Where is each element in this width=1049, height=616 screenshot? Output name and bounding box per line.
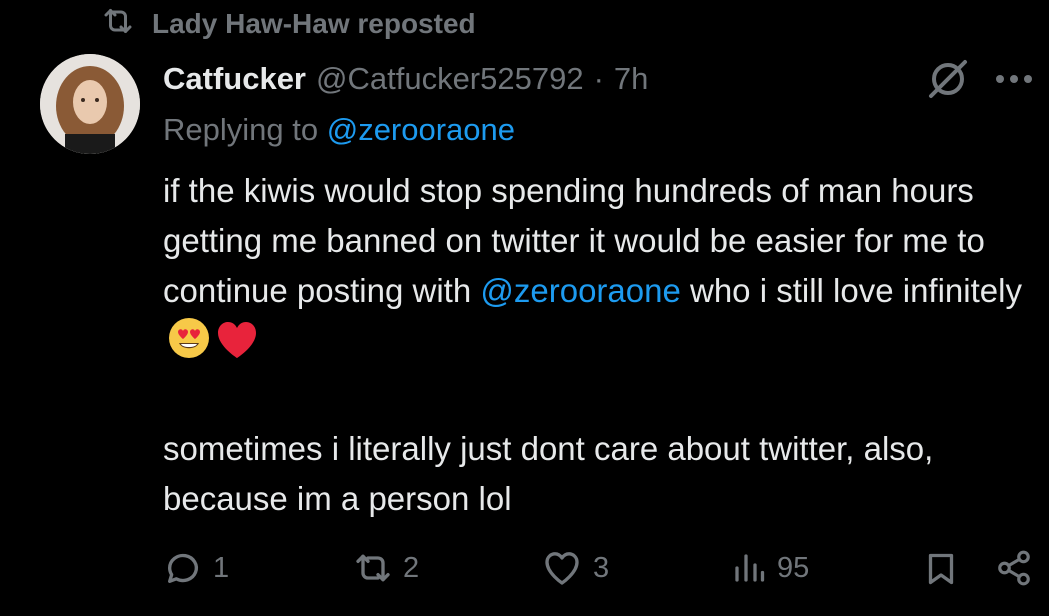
tweet-text-part-2: who i still love infinitely (680, 272, 1022, 309)
heart-eyes-emoji (167, 316, 211, 374)
like-button[interactable]: 3 (541, 548, 609, 588)
display-name[interactable]: Catfucker (163, 61, 306, 97)
views-button[interactable]: 95 (731, 548, 809, 588)
repost-action-icon (353, 548, 393, 588)
views-count: 95 (777, 551, 810, 584)
tweet-actions: 1 2 3 95 (163, 540, 1033, 596)
reply-count: 1 (213, 551, 230, 584)
share-button[interactable] (995, 548, 1033, 588)
heart-icon (541, 548, 583, 588)
timestamp[interactable]: 7h (614, 61, 648, 97)
tweet-paragraph-2: sometimes i literally just dont care abo… (163, 430, 934, 517)
reply-mention-link[interactable]: @zerooraone (327, 112, 515, 147)
like-count: 3 (593, 551, 610, 584)
repost-icon (100, 3, 136, 46)
red-heart-emoji (215, 320, 259, 374)
bookmark-icon (923, 548, 959, 590)
tweet-text: if the kiwis would stop spending hundred… (163, 166, 1033, 524)
repost-count: 2 (403, 551, 420, 584)
user-handle[interactable]: @Catfucker525792 (316, 61, 584, 97)
tweet-paragraph-1: if the kiwis would stop spending hundred… (163, 166, 1033, 374)
reply-icon (163, 548, 203, 588)
more-options-icon[interactable] (995, 73, 1033, 85)
grok-icon[interactable] (925, 56, 971, 102)
repost-indicator[interactable]: Lady Haw-Haw reposted (100, 4, 476, 44)
tweet-header: Catfucker @Catfucker525792 · 7h (163, 56, 648, 102)
separator: · (593, 61, 604, 96)
top-icons (925, 56, 1033, 102)
share-icon (995, 548, 1033, 588)
replying-to-label: Replying to (163, 112, 327, 147)
repost-button[interactable]: 2 (353, 548, 419, 588)
avatar[interactable] (40, 54, 140, 154)
replying-to: Replying to @zerooraone (163, 112, 515, 148)
bookmark-button[interactable] (923, 548, 959, 590)
repost-text: Lady Haw-Haw reposted (152, 8, 476, 39)
reply-button[interactable]: 1 (163, 548, 229, 588)
tweet-mention-link[interactable]: @zerooraone (480, 272, 680, 309)
views-icon (731, 548, 767, 588)
